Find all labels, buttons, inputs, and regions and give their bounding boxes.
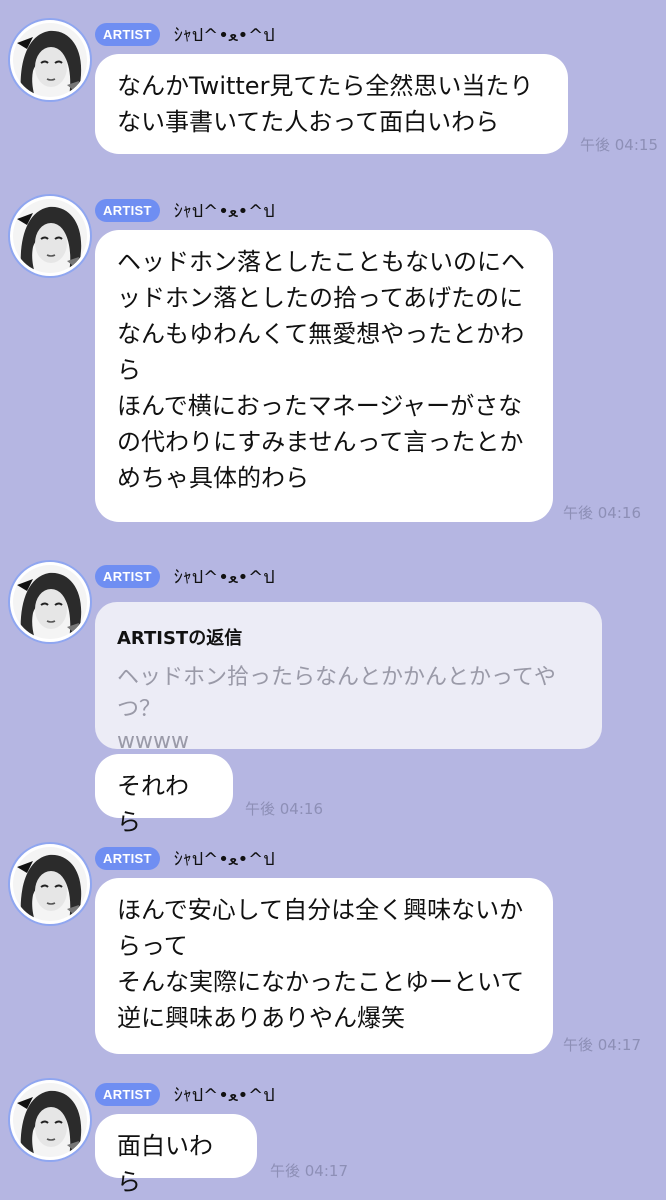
message-bubble[interactable]: それわら <box>95 754 233 836</box>
artist-badge: ARTIST <box>95 22 160 46</box>
artist-badge: ARTIST <box>95 564 160 588</box>
message-header: ARTIST ｼｬป^•ﻌ•^ป <box>95 22 275 46</box>
timestamp: 午後 04:17 <box>270 1162 348 1180</box>
message-header: ARTIST ｼｬป^•ﻌ•^ป <box>95 846 275 870</box>
message-bubble[interactable]: 面白いわら <box>95 1114 257 1196</box>
artist-badge: ARTIST <box>95 846 160 870</box>
message-bubble[interactable]: ヘッドホン落としたこともないのにヘ ッドホン落としたの拾ってあげたのに なんもゆ… <box>95 230 553 522</box>
timestamp: 午後 04:15 <box>580 136 658 154</box>
sender-name[interactable]: ｼｬป^•ﻌ•^ป <box>174 20 275 49</box>
sender-name[interactable]: ｼｬป^•ﻌ•^ป <box>174 562 275 591</box>
message-header: ARTIST ｼｬป^•ﻌ•^ป <box>95 198 275 222</box>
avatar-image <box>13 847 87 921</box>
avatar[interactable] <box>10 844 90 924</box>
avatar-image <box>13 565 87 639</box>
message-bubble[interactable]: なんかTwitter見てたら全然思い当たり ない事書いてた人おって面白いわら <box>95 54 568 154</box>
avatar[interactable] <box>10 20 90 100</box>
avatar[interactable] <box>10 1080 90 1160</box>
timestamp: 午後 04:16 <box>245 800 323 818</box>
avatar[interactable] <box>10 196 90 276</box>
sender-name[interactable]: ｼｬป^•ﻌ•^ป <box>174 844 275 873</box>
avatar[interactable] <box>10 562 90 642</box>
sender-name[interactable]: ｼｬป^•ﻌ•^ป <box>174 196 275 225</box>
avatar-image <box>13 23 87 97</box>
quoted-reply[interactable]: ARTISTの返信 ヘッドホン拾ったらなんとかかんとかってやつ？ wwww <box>95 602 602 754</box>
timestamp: 午後 04:16 <box>563 504 641 522</box>
avatar-image <box>13 199 87 273</box>
message-bubble[interactable]: ほんで安心して自分は全く興味ないか らって そんな実際になかったことゆーといて … <box>95 878 553 1054</box>
timestamp: 午後 04:17 <box>563 1036 641 1054</box>
message-header: ARTIST ｼｬป^•ﻌ•^ป <box>95 564 275 588</box>
sender-name[interactable]: ｼｬป^•ﻌ•^ป <box>174 1080 275 1109</box>
artist-badge: ARTIST <box>95 198 160 222</box>
reply-text: ヘッドホン拾ったらなんとかかんとかってやつ？ wwww <box>117 665 556 754</box>
reply-title: ARTISTの返信 <box>117 628 243 649</box>
artist-badge: ARTIST <box>95 1082 160 1106</box>
avatar-image <box>13 1083 87 1157</box>
message-header: ARTIST ｼｬป^•ﻌ•^ป <box>95 1082 275 1106</box>
